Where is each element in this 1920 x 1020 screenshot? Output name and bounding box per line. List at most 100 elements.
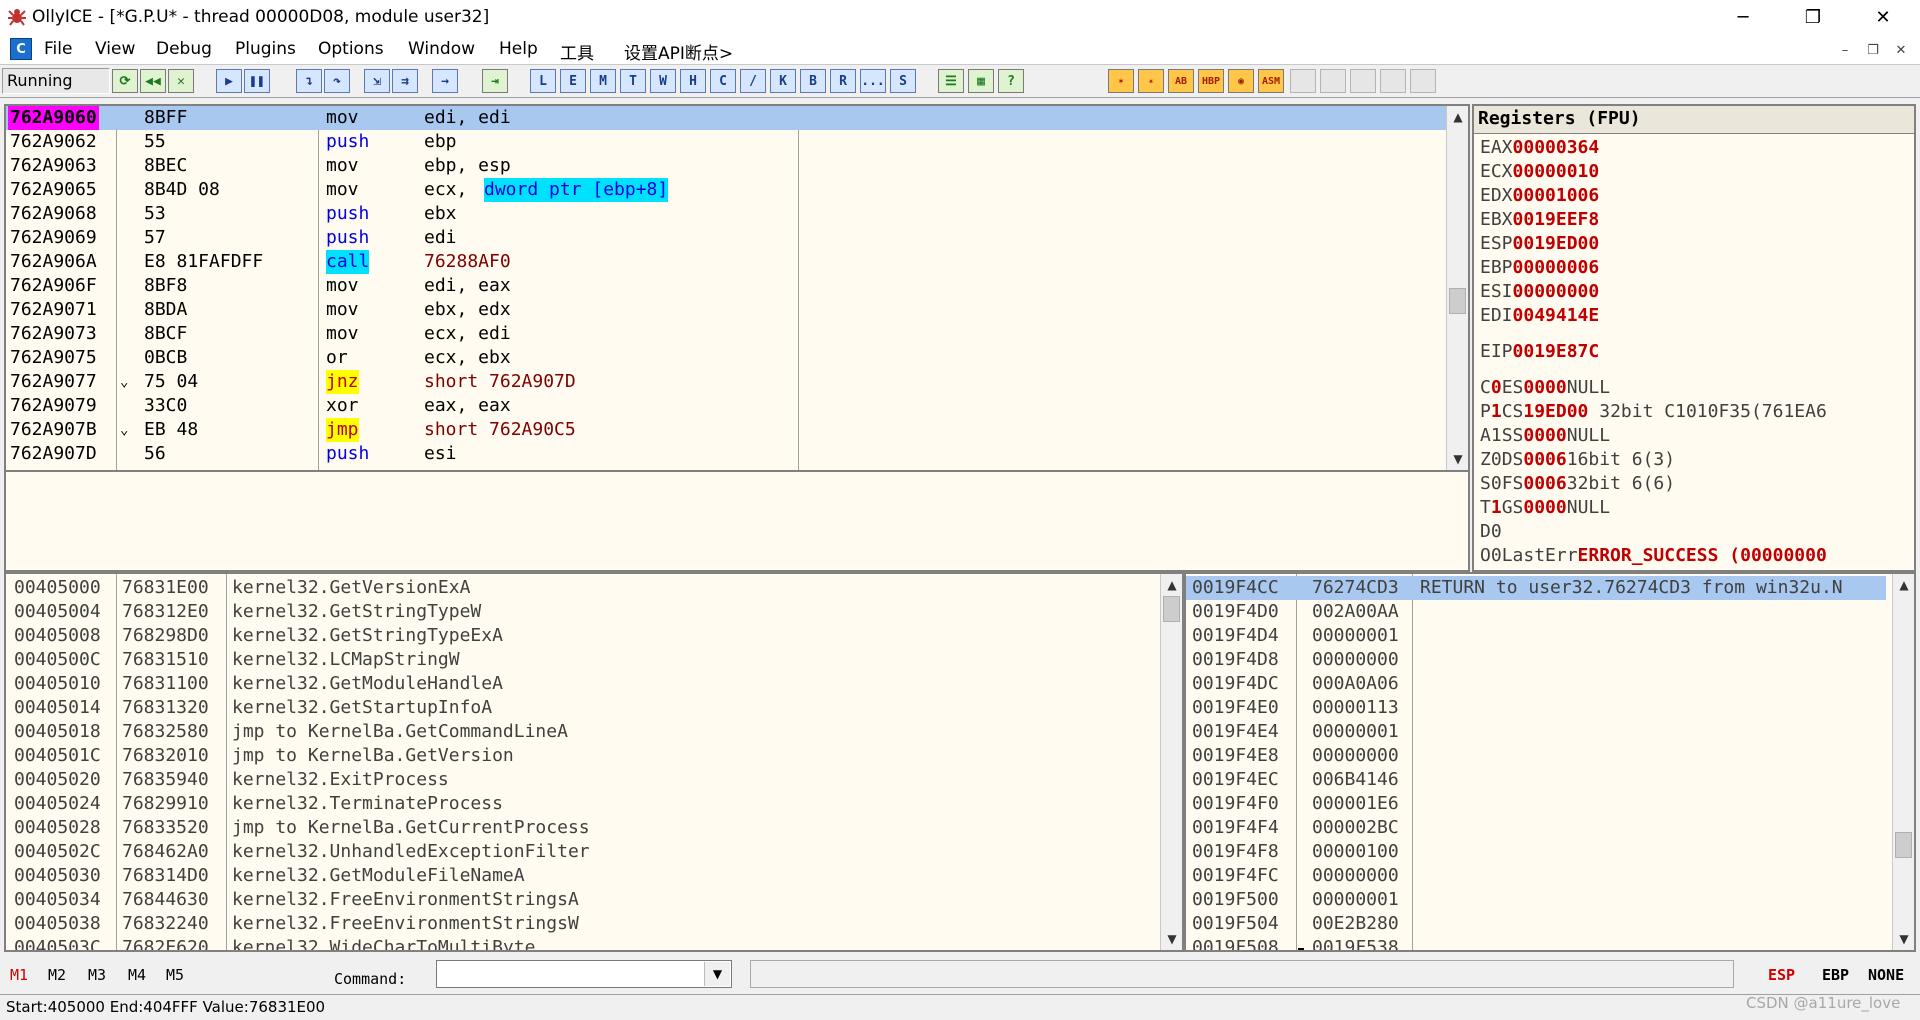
lasterr-row[interactable]: O0LastErrERROR_SUCCESS (00000000 bbox=[1480, 544, 1914, 568]
disasm-row[interactable]: 762A9077 ⌄ 75 04 jnz short 762A907D bbox=[6, 370, 1446, 394]
disasm-row[interactable]: 762A9073 8BCF mov ecx, edi bbox=[6, 322, 1446, 346]
scroll-up-arrow-icon[interactable]: ▲ bbox=[1893, 574, 1914, 596]
restart-icon[interactable]: ◀◀ bbox=[140, 69, 166, 93]
ebp-button[interactable]: EBP bbox=[1822, 966, 1849, 984]
flag-row[interactable]: T1GS0000NULL bbox=[1480, 496, 1914, 520]
dump-row[interactable]: 00405000 76831E00 kernel32.GetVersionExA bbox=[6, 576, 1156, 600]
plugin-ab-icon[interactable]: AB bbox=[1168, 69, 1194, 93]
stack-row[interactable]: 0019F4E4 00000001 bbox=[1186, 720, 1886, 744]
scroll-down-arrow-icon[interactable]: ▼ bbox=[1893, 928, 1914, 950]
register-row[interactable]: ECX00000010 bbox=[1480, 160, 1914, 184]
disasm-row[interactable]: 762A907D 56 push esi bbox=[6, 442, 1446, 466]
stack-row[interactable]: 0019F4EC 006B4146 bbox=[1186, 768, 1886, 792]
register-row[interactable]: ESP0019ED00 bbox=[1480, 232, 1914, 256]
flag-row[interactable]: A1SS0000NULL bbox=[1480, 424, 1914, 448]
stack-row[interactable]: 0019F4FC 00000000 bbox=[1186, 864, 1886, 888]
stack-row[interactable]: 0019F4D4 00000001 bbox=[1186, 624, 1886, 648]
register-row[interactable]: EDI0049414E bbox=[1480, 304, 1914, 328]
register-row[interactable]: EBP00000006 bbox=[1480, 256, 1914, 280]
windows-window-button[interactable]: W bbox=[650, 69, 676, 93]
disasm-row[interactable]: 762A906A E8 81FAFDFF call 76288AF0 bbox=[6, 250, 1446, 274]
plugin-2-icon[interactable]: ✴ bbox=[1138, 69, 1164, 93]
dump-row[interactable]: 00405014 76831320 kernel32.GetStartupInfoA bbox=[6, 696, 1156, 720]
disasm-row[interactable]: 762A9062 55 push ebp bbox=[6, 130, 1446, 154]
close-debuggee-icon[interactable]: ✕ bbox=[168, 69, 194, 93]
flag-row[interactable]: C0ES0000NULL bbox=[1480, 376, 1914, 400]
stack-scrollbar[interactable]: ▲ ▼ bbox=[1892, 574, 1914, 950]
stack-row[interactable]: 0019F4F4 000002BC bbox=[1186, 816, 1886, 840]
run-trace-window-button[interactable]: ... bbox=[860, 69, 886, 93]
flag-row[interactable]: P1CS19ED00 32bit C1010F35(761EA6 bbox=[1480, 400, 1914, 424]
scroll-thumb[interactable] bbox=[1895, 832, 1912, 858]
plugin-target-icon[interactable]: ◉ bbox=[1228, 69, 1254, 93]
stack-row[interactable]: 0019F4F0 000001E6 bbox=[1186, 792, 1886, 816]
pause-icon[interactable]: ❚❚ bbox=[244, 69, 270, 93]
esp-button[interactable]: ESP bbox=[1768, 966, 1795, 984]
menu-file[interactable]: File bbox=[44, 39, 72, 59]
dump-row[interactable]: 00405020 76835940 kernel32.ExitProcess bbox=[6, 768, 1156, 792]
disasm-row[interactable]: 762A9079 33C0 xor eax, eax bbox=[6, 394, 1446, 418]
dump-row[interactable]: 00405004 768312E0 kernel32.GetStringTypeW bbox=[6, 600, 1156, 624]
menu-options[interactable]: Options bbox=[318, 39, 384, 59]
restore-button[interactable]: ❐ bbox=[1790, 0, 1836, 34]
register-row[interactable]: EIP0019E87C bbox=[1480, 340, 1914, 364]
register-row[interactable]: EAX00000364 bbox=[1480, 136, 1914, 160]
stack-row[interactable]: 0019F4E8 00000000 bbox=[1186, 744, 1886, 768]
menu-debug[interactable]: Debug bbox=[156, 39, 212, 59]
mdi-restore-button[interactable]: ❐ bbox=[1862, 40, 1884, 60]
goto-icon[interactable]: ⇥ bbox=[482, 69, 508, 93]
mdi-close-button[interactable]: ✕ bbox=[1890, 40, 1912, 60]
menu-set-api-breakpoint[interactable]: 设置API断点> bbox=[624, 39, 733, 64]
breakpoints-window-button[interactable]: B bbox=[800, 69, 826, 93]
flag-row[interactable]: Z0DS000616bit 6(3) bbox=[1480, 448, 1914, 472]
menu-help[interactable]: Help bbox=[499, 39, 538, 59]
dump-row[interactable]: 00405028 76833520 jmp to KernelBa.GetCurre… bbox=[6, 816, 1156, 840]
dump-row[interactable]: 00405008 768298D0 kernel32.GetStringTypeEx… bbox=[6, 624, 1156, 648]
disasm-row[interactable]: 762A907B ⌄ EB 48 jmp short 762A90C5 bbox=[6, 418, 1446, 442]
stack-row[interactable]: 0019F4DC 000A0A06 bbox=[1186, 672, 1886, 696]
log-window-button[interactable]: L bbox=[530, 69, 556, 93]
dump-row[interactable]: 00405034 76844630 kernel32.FreeEnvironment… bbox=[6, 888, 1156, 912]
dump-row[interactable]: 0040501C 76832010 jmp to KernelBa.GetVersi… bbox=[6, 744, 1156, 768]
call-stack-window-button[interactable]: K bbox=[770, 69, 796, 93]
cpu-window-icon[interactable]: C bbox=[10, 38, 32, 60]
asm-icon[interactable]: ASM bbox=[1258, 69, 1284, 93]
command-input[interactable] bbox=[436, 960, 732, 988]
dump-row[interactable]: 00405018 76832580 jmp to KernelBa.GetComma… bbox=[6, 720, 1156, 744]
step-into-icon[interactable]: ↴ bbox=[296, 69, 322, 93]
mark-m4-button[interactable]: M4 bbox=[128, 966, 146, 984]
cpu-window-button[interactable]: C bbox=[710, 69, 736, 93]
disasm-row[interactable]: 762A9071 8BDA mov ebx, edx bbox=[6, 298, 1446, 322]
scroll-down-arrow-icon[interactable]: ▼ bbox=[1161, 928, 1182, 950]
mark-m2-button[interactable]: M2 bbox=[48, 966, 66, 984]
disasm-row[interactable]: 762A9060 8BFF mov edi, edi bbox=[6, 106, 1446, 130]
dump-row[interactable]: 00405010 76831100 kernel32.GetModuleHandle… bbox=[6, 672, 1156, 696]
dump-row[interactable]: 00405038 76832240 kernel32.FreeEnvironment… bbox=[6, 912, 1156, 936]
mark-m3-button[interactable]: M3 bbox=[88, 966, 106, 984]
disasm-row[interactable]: 762A9069 57 push edi bbox=[6, 226, 1446, 250]
stack-pane[interactable]: 0019F4CC 76274CD3 RETURN to user32.76274CD… bbox=[1184, 572, 1916, 952]
menu-plugins[interactable]: Plugins bbox=[235, 39, 296, 59]
source-window-button[interactable]: S bbox=[890, 69, 916, 93]
dump-row[interactable]: 00405024 76829910 kernel32.TerminateProces… bbox=[6, 792, 1156, 816]
stack-row[interactable]: 0019F508 0019F538 bbox=[1186, 936, 1886, 950]
dump-row[interactable]: 0040502C 768462A0 kernel32.UnhandledExcept… bbox=[6, 840, 1156, 864]
trace-into-icon[interactable]: ⇲ bbox=[364, 69, 390, 93]
open-icon[interactable]: ⟳ bbox=[112, 69, 138, 93]
mdi-minimize-button[interactable]: – bbox=[1834, 40, 1856, 60]
grid-icon[interactable]: ▦ bbox=[968, 69, 994, 93]
stack-row[interactable]: 0019F4F8 00000100 bbox=[1186, 840, 1886, 864]
disassembly-scrollbar[interactable]: ▲ ▼ bbox=[1446, 106, 1468, 470]
execute-till-return-icon[interactable]: → bbox=[432, 69, 458, 93]
stack-row[interactable]: 0019F4D8 00000000 bbox=[1186, 648, 1886, 672]
disasm-row[interactable]: 762A9065 8B4D 08 mov ecx, dword ptr [ebp+8] bbox=[6, 178, 1446, 202]
list-icon[interactable]: ☰ bbox=[938, 69, 964, 93]
dump-row[interactable]: 0040500C 76831510 kernel32.LCMapStringW bbox=[6, 648, 1156, 672]
stack-row[interactable]: 0019F4D0 002A00AA bbox=[1186, 600, 1886, 624]
registers-pane[interactable]: Registers (FPU) EAX00000364 ECX00000010 ED… bbox=[1472, 104, 1916, 572]
scroll-up-arrow-icon[interactable]: ▲ bbox=[1161, 574, 1182, 596]
flag-row[interactable]: D0 bbox=[1480, 520, 1914, 544]
mark-m1-button[interactable]: M1 bbox=[10, 966, 28, 984]
stack-row[interactable]: 0019F500 00000001 bbox=[1186, 888, 1886, 912]
close-button[interactable]: ✕ bbox=[1860, 0, 1906, 34]
